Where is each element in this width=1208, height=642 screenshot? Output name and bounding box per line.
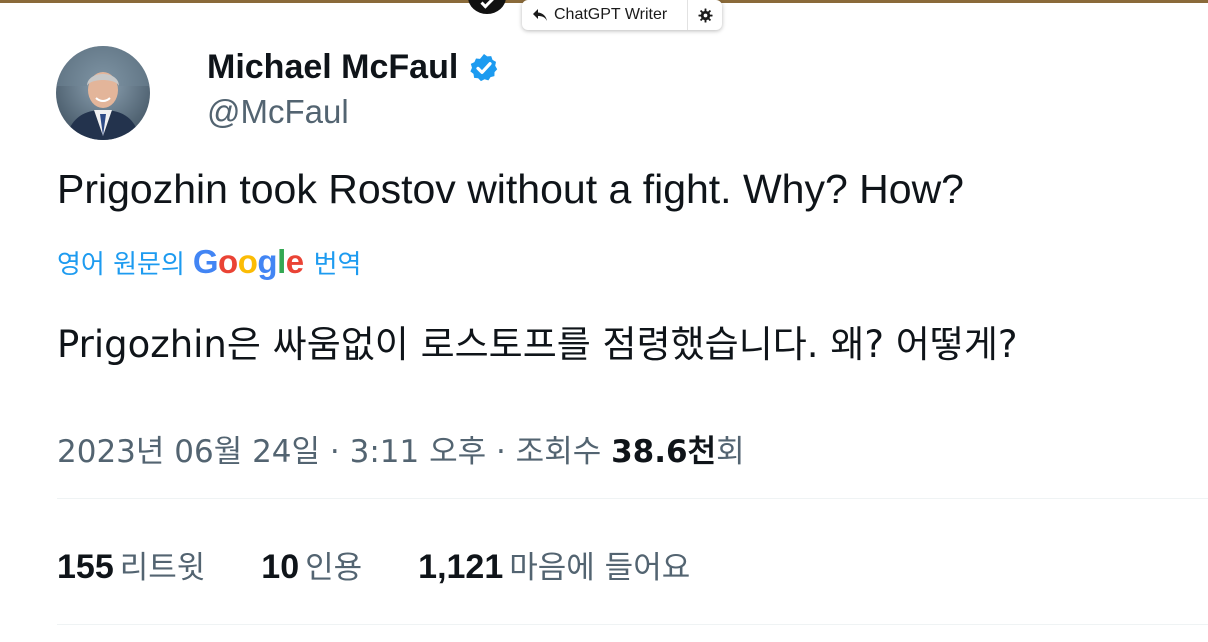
check-icon[interactable] <box>468 0 506 14</box>
likes-count: 1,121 <box>418 548 504 586</box>
chatgpt-writer-widget[interactable]: ChatGPT Writer <box>522 0 722 30</box>
retweets-count: 155 <box>57 548 114 586</box>
retweets-stat[interactable]: 155 리트윗 <box>57 542 205 587</box>
reply-arrow-icon <box>533 9 547 21</box>
translate-attribution[interactable]: 영어 원문의 Google 번역 <box>57 242 361 282</box>
quotes-label: 인용 <box>305 550 363 586</box>
quotes-count: 10 <box>261 548 300 586</box>
verified-badge-icon <box>470 53 498 81</box>
likes-stat[interactable]: 1,121 마음에 들어요 <box>418 542 690 587</box>
author-name[interactable]: Michael McFaul <box>207 48 458 87</box>
chatgpt-writer-button[interactable]: ChatGPT Writer <box>522 0 688 30</box>
views-suffix: 회 <box>716 434 745 470</box>
translated-text: Prigozhin은 싸움없이 로스토프를 점령했습니다. 왜? 어떻게? <box>57 323 1018 366</box>
chatgpt-writer-settings-button[interactable] <box>688 0 722 30</box>
divider <box>57 498 1208 499</box>
quotes-stat[interactable]: 10 인용 <box>261 542 362 587</box>
google-logo: Google <box>192 243 304 280</box>
gear-icon <box>697 7 713 23</box>
views-count: 38.6천 <box>611 434 717 470</box>
retweets-label: 리트윗 <box>119 550 206 586</box>
avatar[interactable] <box>56 46 150 140</box>
tweet-meta: 2023년 06월 24일 · 3:11 오후 · 조회수 38.6천회 <box>57 426 745 471</box>
chatgpt-writer-label: ChatGPT Writer <box>554 6 668 23</box>
divider <box>57 624 1208 625</box>
translate-prefix: 영어 원문의 <box>57 249 185 280</box>
timestamp[interactable]: 2023년 06월 24일 · 3:11 오후 · 조회수 <box>57 434 601 470</box>
author-handle[interactable]: @McFaul <box>207 93 349 131</box>
translate-suffix: 번역 <box>313 249 362 280</box>
tweet-stats: 155 리트윗 10 인용 1,121 마음에 들어요 <box>57 542 746 587</box>
tweet-screenshot: ChatGPT Writer Michael McFaul @McFaul Pr… <box>0 0 1208 642</box>
tweet-text: Prigozhin took Rostov without a fight. W… <box>57 166 964 212</box>
likes-label: 마음에 들어요 <box>509 550 691 586</box>
author-name-row[interactable]: Michael McFaul <box>207 48 500 87</box>
